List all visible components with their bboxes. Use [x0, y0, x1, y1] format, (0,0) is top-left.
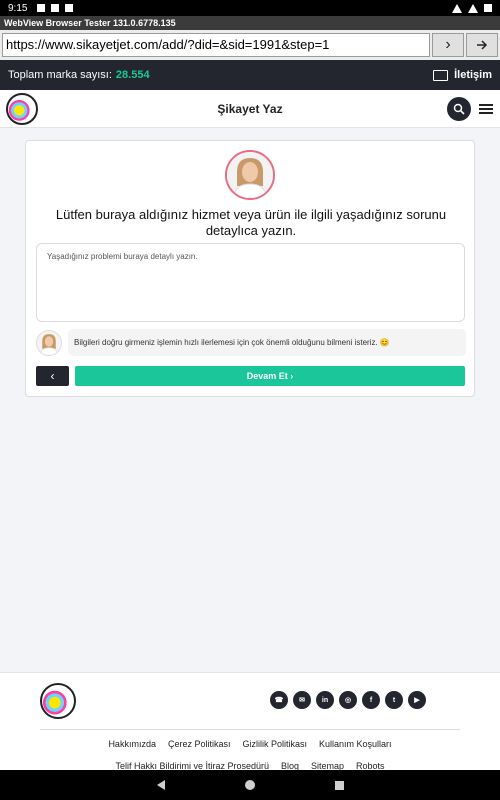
- top-info-bar: Toplam marka sayısı: 28.554 İletişim: [0, 60, 500, 90]
- nav-recents-icon[interactable]: [334, 780, 344, 790]
- form-question: Lütfen buraya aldığınız hizmet veya ürün…: [55, 207, 447, 238]
- instagram-icon[interactable]: ◎: [339, 691, 357, 709]
- url-bar: https://www.sikayetjet.com/add/?did=&sid…: [0, 30, 500, 60]
- complaint-form-card: Lütfen buraya aldığınız hizmet veya ürün…: [25, 140, 475, 397]
- footer-link-cookies[interactable]: Çerez Politikası: [168, 739, 231, 749]
- footer-link-terms[interactable]: Kullanım Koşulları: [319, 739, 392, 749]
- phone-icon[interactable]: ☎: [270, 691, 288, 709]
- hint-message: Bilgileri doğru girmeniz işlemin hızlı i…: [68, 329, 466, 356]
- complaint-textarea[interactable]: [36, 243, 465, 322]
- person-small-icon: [37, 330, 61, 355]
- system-nav-bar: [0, 770, 500, 800]
- footer-links-primary: Hakkımızda Çerez Politikası Gizlilik Pol…: [0, 739, 500, 749]
- continue-button[interactable]: Devam Et ›: [75, 366, 465, 386]
- settings-icon: [37, 4, 46, 12]
- nav-home-icon[interactable]: [244, 780, 255, 790]
- back-button[interactable]: ‹: [36, 366, 69, 386]
- mail-icon: [433, 69, 449, 81]
- battery-icon: [484, 4, 492, 12]
- footer-logo[interactable]: [40, 683, 76, 719]
- status-time: 9:15: [8, 2, 28, 14]
- app-title: WebView Browser Tester 131.0.6778.135: [0, 16, 500, 30]
- footer-link-about[interactable]: Hakkımızda: [108, 739, 156, 749]
- assistant-avatar: [225, 150, 275, 200]
- facebook-icon[interactable]: f: [362, 691, 380, 709]
- signal-icon: [468, 3, 478, 13]
- person-icon: [227, 152, 273, 198]
- url-input[interactable]: https://www.sikayetjet.com/add/?did=&sid…: [2, 33, 430, 57]
- footer-divider: [40, 729, 460, 730]
- youtube-icon[interactable]: ▶: [408, 691, 426, 709]
- wifi-icon: [452, 3, 462, 13]
- contact-label: İletişim: [454, 69, 492, 81]
- status-bar: 9:15: [0, 0, 500, 16]
- footer-link-privacy[interactable]: Gizlilik Politikası: [242, 739, 307, 749]
- assistant-small-avatar: [36, 329, 62, 356]
- brand-count-label: Toplam marka sayısı:: [8, 69, 112, 81]
- hint-row: Bilgileri doğru girmeniz işlemin hızlı i…: [36, 329, 466, 356]
- site-footer: ☎ ✉ in ◎ f t ▶ Hakkımızda Çerez Politika…: [0, 672, 500, 771]
- nav-back-icon[interactable]: [156, 780, 165, 790]
- contact-link[interactable]: İletişim: [433, 69, 492, 81]
- menu-button[interactable]: [479, 102, 493, 116]
- search-button[interactable]: [447, 96, 471, 121]
- linkedin-icon[interactable]: in: [316, 691, 334, 709]
- twitter-icon[interactable]: t: [385, 691, 403, 709]
- mail-icon[interactable]: ✉: [293, 691, 311, 709]
- go-button[interactable]: ›: [432, 33, 464, 57]
- arrow-right-icon: [477, 40, 488, 50]
- site-header: Şikayet Yaz: [0, 90, 500, 128]
- forward-button[interactable]: [466, 33, 498, 57]
- brand-count: 28.554: [115, 69, 150, 81]
- sim-icon: [65, 4, 74, 12]
- search-icon: [453, 103, 465, 115]
- site-logo[interactable]: [6, 92, 38, 125]
- notification-icon: [51, 4, 60, 12]
- page-title: Şikayet Yaz: [217, 101, 283, 116]
- social-links: ☎ ✉ in ◎ f t ▶: [270, 691, 426, 709]
